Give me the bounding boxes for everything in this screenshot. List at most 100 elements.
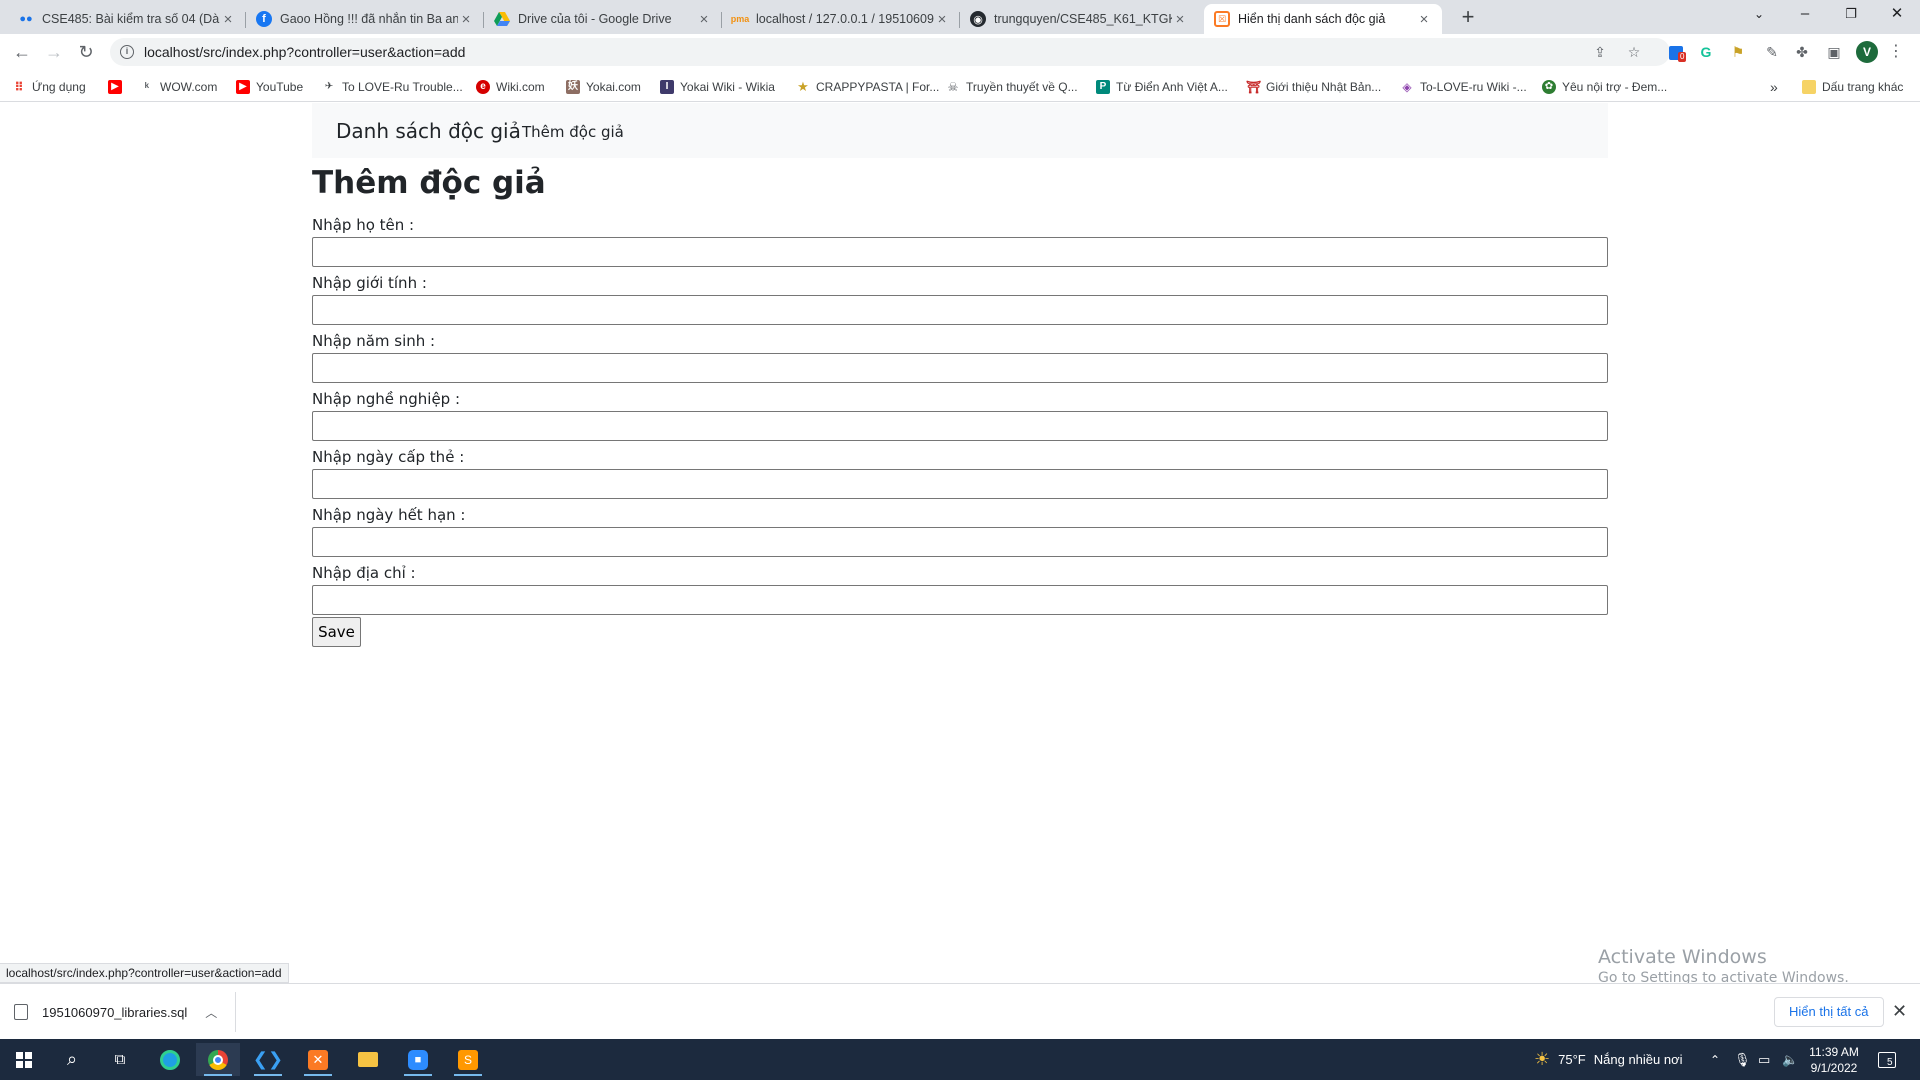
close-icon[interactable]: ✕: [1892, 1001, 1907, 1022]
bookmark-wow[interactable]: ᵏ WOW.com: [140, 78, 217, 96]
gender-field[interactable]: [312, 295, 1608, 325]
zoom-icon[interactable]: ■: [396, 1043, 440, 1076]
bookmark-star-icon[interactable]: ☆: [1624, 42, 1644, 62]
download-shelf: 1951060970_libraries.sql ︿ Hiển thị tất …: [0, 983, 1920, 1039]
chrome-icon[interactable]: [196, 1043, 240, 1076]
bookmark-label: Yêu nội trợ - Đem...: [1562, 80, 1668, 94]
new-tab-button[interactable]: +: [1454, 4, 1482, 32]
info-icon[interactable]: i: [120, 45, 134, 59]
tab-title: localhost / 127.0.0.1 / 195106097: [756, 12, 934, 26]
close-icon[interactable]: ×: [1172, 11, 1188, 28]
bookmark-youtube-shortcut[interactable]: ▶: [108, 78, 128, 96]
status-bar-url: localhost/src/index.php?controller=user&…: [0, 963, 289, 983]
tab-google-drive[interactable]: Drive của tôi - Google Drive ×: [484, 4, 722, 34]
tab-active-readers[interactable]: ☒ Hiển thị danh sách độc giả ×: [1204, 4, 1442, 34]
tab-cse485[interactable]: ●● CSE485: Bài kiểm tra số 04 (Dành ×: [8, 4, 246, 34]
expiry-date-field[interactable]: [312, 527, 1608, 557]
extension-badge-icon[interactable]: 0: [1666, 42, 1687, 62]
side-panel-icon[interactable]: ▣: [1824, 42, 1844, 62]
nav-add-reader-link[interactable]: Thêm độc giả: [522, 123, 624, 141]
close-icon[interactable]: ×: [1416, 11, 1432, 28]
tab-title: Hiển thị danh sách độc giả: [1238, 12, 1386, 26]
restore-icon[interactable]: ❐: [1828, 0, 1874, 30]
birth-year-field[interactable]: [312, 353, 1608, 383]
bookmark-label: WOW.com: [160, 80, 218, 94]
minimize-icon[interactable]: –: [1782, 0, 1828, 30]
tab-strip: ●● CSE485: Bài kiểm tra số 04 (Dành × f …: [0, 0, 1920, 34]
bookmark-apps[interactable]: ⠿ Ứng dụng: [12, 78, 85, 96]
japan-icon: ⛩: [1246, 80, 1262, 94]
phpmyadmin-icon: pma: [730, 14, 750, 24]
forward-arrow-icon[interactable]: →: [42, 40, 66, 64]
wow-icon: ᵏ: [144, 80, 150, 94]
extension-pen-icon[interactable]: ✎: [1762, 42, 1782, 62]
tab-search-chevron-icon[interactable]: ⌄: [1736, 0, 1782, 30]
gender-label: Nhập giới tính :: [312, 274, 427, 292]
puzzle-icon[interactable]: ✤: [1792, 42, 1812, 62]
youtube-icon: ▶: [236, 80, 250, 94]
tab-facebook[interactable]: f Gaoo Hồng !!! đã nhắn tin Ba anh ×: [246, 4, 484, 34]
tab-github[interactable]: ◉ trungquyen/CSE485_K61_KTGK_1 ×: [960, 4, 1198, 34]
bookmark-label: Truyền thuyết về Q...: [966, 80, 1078, 94]
bookmark-label: Từ Điển Anh Việt A...: [1116, 80, 1228, 94]
save-button[interactable]: Save: [312, 617, 361, 647]
search-icon[interactable]: ⌕: [50, 1043, 94, 1076]
bookmark-nhat-ban[interactable]: ⛩ Giới thiệu Nhật Bản...: [1246, 78, 1381, 96]
sublime-icon[interactable]: S: [446, 1043, 490, 1076]
bookmark-crappypasta[interactable]: ★ CRAPPYPASTA | For...: [796, 78, 939, 96]
volume-icon[interactable]: 🔈: [1782, 1039, 1798, 1080]
chevron-up-icon[interactable]: ︿: [205, 1004, 217, 1021]
yokai-icon: 妖: [566, 80, 580, 94]
close-icon[interactable]: ×: [696, 11, 712, 28]
chevron-up-icon[interactable]: ⌃: [1710, 1039, 1720, 1080]
kebab-menu-icon[interactable]: ⋮: [1886, 42, 1906, 62]
reload-icon[interactable]: ↻: [74, 40, 98, 64]
network-icon[interactable]: ▭: [1758, 1039, 1770, 1080]
name-field[interactable]: [312, 237, 1608, 267]
bookmark-tu-dien[interactable]: P Từ Điển Anh Việt A...: [1096, 78, 1228, 96]
bookmark-other-folder[interactable]: Dấu trang khác: [1802, 78, 1903, 96]
avatar[interactable]: V: [1856, 41, 1878, 63]
close-icon[interactable]: ×: [934, 11, 950, 28]
bookmark-yokai-wiki[interactable]: I Yokai Wiki - Wikia: [660, 78, 775, 96]
address-field[interactable]: [312, 585, 1608, 615]
task-view-icon[interactable]: ⧉: [98, 1043, 142, 1076]
bookmark-youtube[interactable]: ▶ YouTube: [236, 78, 303, 96]
close-icon[interactable]: ×: [220, 11, 236, 28]
extension-brush-icon[interactable]: ⚑: [1728, 42, 1748, 62]
bookmarks-overflow-icon[interactable]: »: [1770, 78, 1778, 96]
microphone-icon[interactable]: 🎙: [1734, 1039, 1751, 1080]
page-content: Danh sách độc giả Thêm độc giả Thêm độc …: [0, 103, 1920, 983]
occupation-field[interactable]: [312, 411, 1608, 441]
close-icon[interactable]: ×: [458, 11, 474, 28]
bookmark-yeu-noi-tro[interactable]: ✿ Yêu nội trợ - Đem...: [1542, 78, 1667, 96]
notification-icon[interactable]: 5: [1878, 1039, 1896, 1080]
navbar-brand[interactable]: Danh sách độc giả: [336, 119, 521, 143]
share-icon[interactable]: ⇪: [1590, 42, 1610, 62]
grammarly-icon[interactable]: G: [1696, 42, 1716, 62]
windows-start-icon[interactable]: [2, 1043, 46, 1076]
tab-phpmyadmin[interactable]: pma localhost / 127.0.0.1 / 195106097 ×: [722, 4, 960, 34]
file-explorer-icon[interactable]: [346, 1043, 390, 1076]
edge-icon[interactable]: [148, 1043, 192, 1076]
system-clock[interactable]: 11:39 AM 9/1/2022: [1806, 1044, 1862, 1076]
show-all-downloads-button[interactable]: Hiển thị tất cả: [1774, 997, 1884, 1027]
xampp-app-icon[interactable]: ✕: [296, 1043, 340, 1076]
activate-windows-watermark: Activate Windows Go to Settings to activ…: [1598, 946, 1849, 986]
download-item[interactable]: 1951060970_libraries.sql ︿: [14, 998, 217, 1026]
address-bar[interactable]: i localhost/src/index.php?controller=use…: [110, 38, 1670, 66]
address-url[interactable]: localhost/src/index.php?controller=user&…: [144, 44, 465, 60]
issue-date-label: Nhập ngày cấp thẻ :: [312, 448, 465, 466]
window-close-icon[interactable]: ✕: [1874, 0, 1920, 30]
back-arrow-icon[interactable]: ←: [10, 40, 34, 64]
bookmark-to-love-ru[interactable]: ✈ To LOVE-Ru Trouble...: [322, 78, 463, 96]
weather-widget[interactable]: ☀ 75°F Nắng nhiều nơi: [1534, 1039, 1683, 1080]
browser-toolbar: ← → ↻ i localhost/src/index.php?controll…: [0, 34, 1920, 70]
bookmark-wiki[interactable]: e Wiki.com: [476, 78, 545, 96]
extension-badge-count: 0: [1678, 52, 1687, 62]
bookmark-yokai[interactable]: 妖 Yokai.com: [566, 78, 641, 96]
issue-date-field[interactable]: [312, 469, 1608, 499]
vscode-icon[interactable]: ❮❯: [246, 1043, 290, 1076]
bookmark-to-love-ru-wiki[interactable]: ◈ To-LOVE-ru Wiki -...: [1400, 78, 1526, 96]
bookmark-truyen-thuyet[interactable]: ☠ Truyền thuyết về Q...: [946, 78, 1078, 96]
